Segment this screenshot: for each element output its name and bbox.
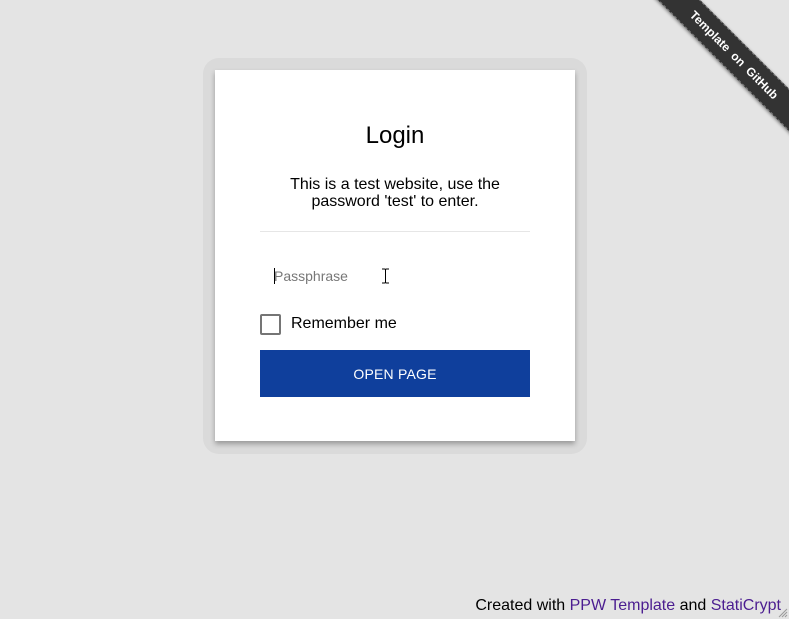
text-cursor-icon [382, 268, 389, 284]
login-card: Login This is a test website, use the pa… [215, 70, 575, 441]
footer-prefix: Created with [475, 597, 570, 614]
text-caret [274, 268, 275, 284]
open-page-button[interactable]: OPEN PAGE [260, 350, 530, 397]
login-instructions: This is a test website, use the password… [290, 176, 500, 210]
remember-me-checkbox[interactable] [260, 313, 281, 335]
remember-me-row[interactable]: Remember me [260, 313, 397, 335]
remember-me-label: Remember me [291, 315, 397, 332]
github-ribbon-link[interactable]: Template on GitHub [652, 0, 789, 137]
passphrase-input[interactable] [260, 259, 530, 293]
login-title: Login [365, 122, 425, 149]
ppw-template-link[interactable]: PPW Template [570, 597, 676, 614]
page: Template on GitHub Login This is a test … [0, 0, 789, 619]
divider [260, 231, 530, 232]
footer-middle: and [675, 597, 711, 614]
footer-credit: Created with PPW Template and StatiCrypt [475, 597, 781, 615]
resize-grip-icon[interactable] [778, 608, 788, 618]
staticrypt-link[interactable]: StatiCrypt [711, 597, 781, 614]
github-ribbon-container: Template on GitHub [639, 0, 789, 150]
